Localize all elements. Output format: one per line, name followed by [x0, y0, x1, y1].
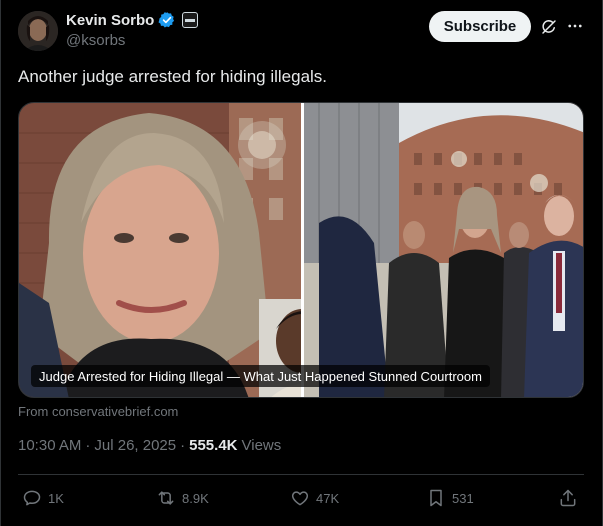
tweet-container: Kevin Sorbo @ksorbs Subscribe Another ju…	[0, 0, 603, 526]
heart-icon	[291, 491, 309, 506]
link-card-media[interactable]: Judge Arrested for Hiding Illegal — What…	[18, 102, 584, 398]
action-bar: 1K 8.9K 47K 531	[18, 484, 584, 512]
like-count: 47K	[316, 490, 340, 506]
repost-icon	[158, 491, 174, 505]
tweet-date[interactable]: Jul 26, 2025	[94, 437, 176, 454]
repost-count: 8.9K	[182, 490, 209, 506]
card-source-link[interactable]: From conservativebrief.com	[18, 404, 178, 419]
share-button[interactable]	[558, 484, 578, 512]
views-label: Views	[241, 437, 282, 454]
bookmark-button[interactable]: 531	[426, 484, 474, 512]
tweet-time[interactable]: 10:30 AM	[18, 437, 81, 454]
meta-separator-2: ·	[180, 437, 186, 454]
media-caption: Judge Arrested for Hiding Illegal — What…	[31, 365, 490, 387]
grok-icon[interactable]	[539, 17, 559, 37]
verified-badge-icon[interactable]	[158, 11, 176, 29]
like-button[interactable]: 47K	[290, 484, 339, 512]
reply-button[interactable]: 1K	[22, 484, 64, 512]
views-count: 555.4K	[189, 437, 238, 454]
author-display-name[interactable]: Kevin Sorbo	[66, 12, 154, 29]
bookmark-count: 531	[452, 490, 474, 506]
affiliation-badge-icon[interactable]	[182, 12, 199, 28]
tweet-meta: 10:30 AM · Jul 26, 2025 · 555.4K Views	[18, 437, 281, 454]
author-handle[interactable]: @ksorbs	[66, 32, 125, 49]
avatar[interactable]	[18, 11, 58, 51]
subscribe-button[interactable]: Subscribe	[429, 11, 531, 42]
reply-icon	[23, 490, 41, 506]
reply-count: 1K	[48, 490, 64, 506]
bookmark-icon	[430, 489, 442, 507]
share-icon	[560, 489, 576, 507]
more-icon[interactable]	[564, 15, 586, 37]
media-image	[19, 103, 583, 397]
divider	[18, 474, 584, 475]
repost-button[interactable]: 8.9K	[156, 484, 209, 512]
author-name-row: Kevin Sorbo	[66, 11, 199, 29]
meta-separator: ·	[85, 437, 91, 454]
tweet-text: Another judge arrested for hiding illega…	[18, 67, 328, 86]
